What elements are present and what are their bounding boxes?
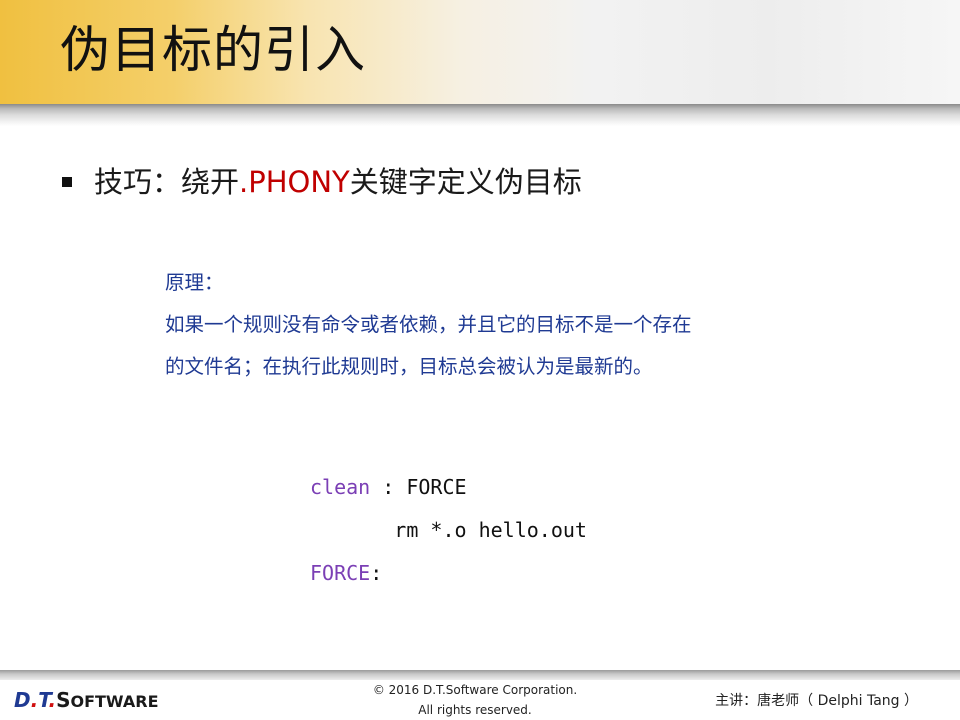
copyright-line-2: All rights reserved. — [418, 703, 532, 717]
code-block: clean : FORCE rm *.o hello.out FORCE: — [310, 466, 587, 595]
code-target-clean: clean — [310, 475, 371, 499]
principle-line-1: 如果一个规则没有命令或者依赖，并且它的目标不是一个存在 — [165, 313, 692, 336]
code-line-2: rm *.o hello.out — [310, 518, 587, 542]
bullet-square-icon — [62, 177, 72, 187]
copyright: © 2016 D.T.Software Corporation. All rig… — [340, 680, 610, 720]
code-line-3: FORCE: — [310, 552, 587, 595]
lecturer-credit: 主讲：唐老师（ Delphi Tang ） — [715, 693, 918, 709]
principle-heading: 原理： — [165, 271, 224, 294]
bullet-item: 技巧：绕开 .PHONY 关键字定义伪目标 — [62, 162, 582, 202]
footer-divider — [0, 670, 960, 680]
bullet-keyword: .PHONY — [239, 165, 350, 199]
page-title: 伪目标的引入 — [60, 21, 366, 79]
principle-block: 原理： 如果一个规则没有命令或者依赖，并且它的目标不是一个存在 的文件名；在执行… — [165, 262, 692, 388]
code-deps-force: : FORCE — [370, 475, 467, 499]
code-line-1: clean : FORCE — [310, 466, 587, 509]
bullet-prefix: 技巧：绕开 — [94, 165, 240, 199]
dt-software-logo: D.T.SOFTWARE — [14, 688, 159, 712]
title-band-shadow — [0, 104, 960, 126]
copyright-line-1: © 2016 D.T.Software Corporation. — [372, 683, 578, 697]
principle-line-2: 的文件名；在执行此规则时，目标总会被认为是最新的。 — [165, 355, 653, 378]
code-colon: : — [370, 561, 383, 585]
bullet-suffix: 关键字定义伪目标 — [349, 165, 582, 199]
code-target-force: FORCE — [310, 561, 371, 585]
